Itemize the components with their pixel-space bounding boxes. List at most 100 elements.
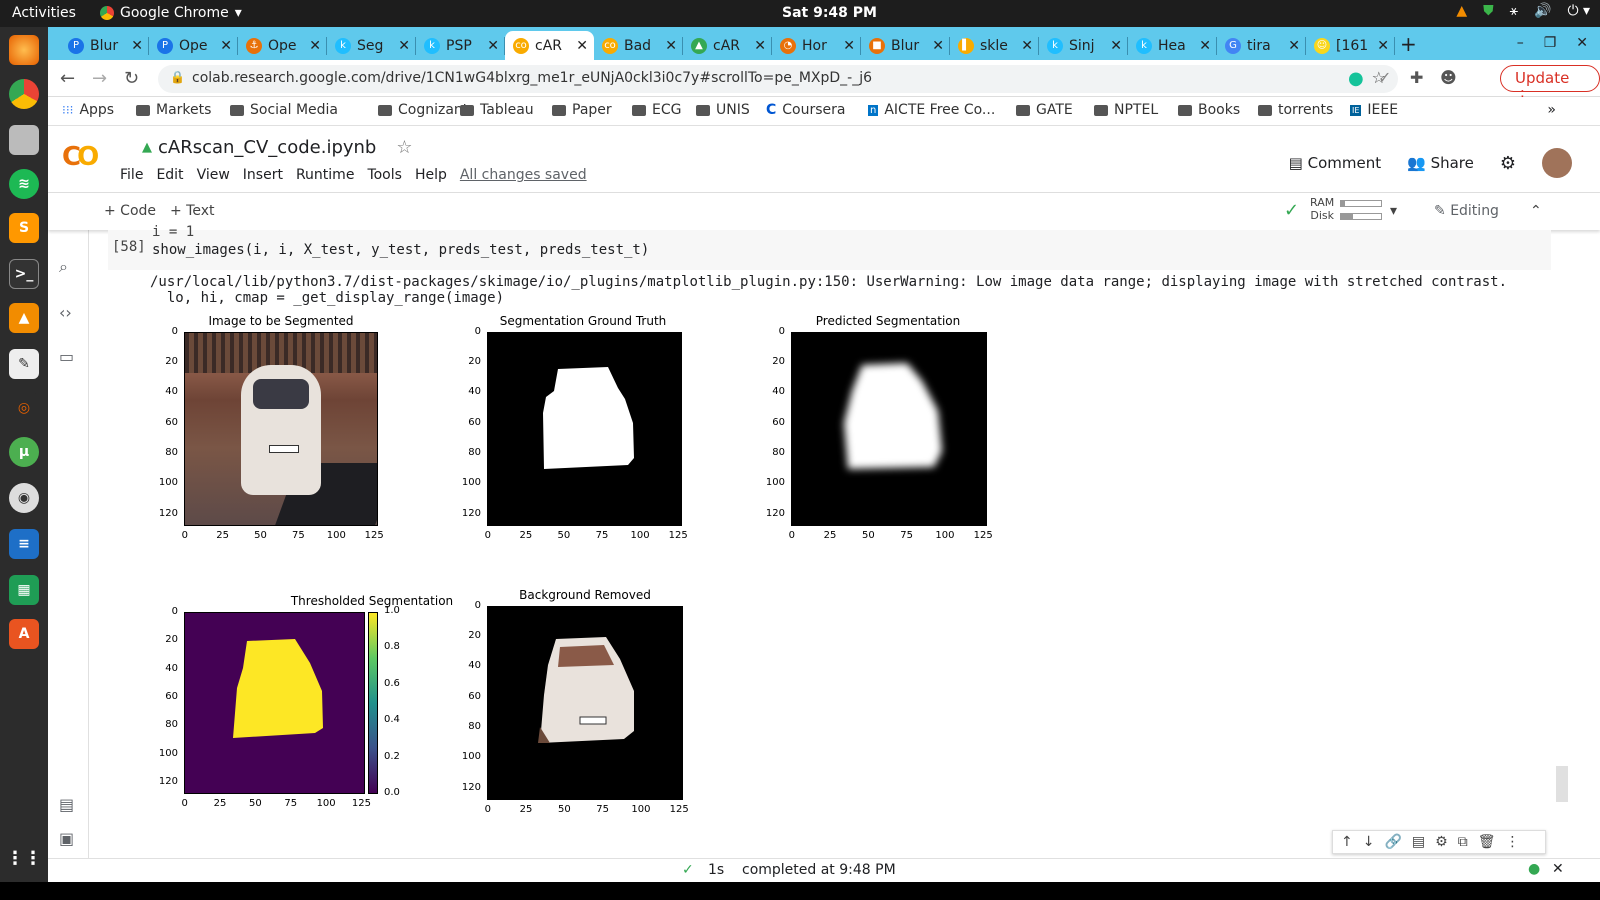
- bookmark-item[interactable]: UNIS: [696, 102, 750, 118]
- grammarly-icon[interactable]: ●: [1348, 68, 1364, 89]
- network-icon[interactable]: ⚹: [1510, 3, 1518, 19]
- close-tab-icon[interactable]: ✕: [1288, 38, 1300, 54]
- close-tab-icon[interactable]: ✕: [1110, 38, 1122, 54]
- browser-tab[interactable]: k Sinj ✕: [1039, 31, 1128, 60]
- browser-tab[interactable]: k PSP ✕: [416, 31, 505, 60]
- show-apps-icon[interactable]: ⋮⋮: [6, 843, 42, 873]
- vlc-tray-icon[interactable]: ▲: [1456, 3, 1467, 19]
- link-icon[interactable]: 🔗: [1384, 834, 1401, 850]
- forward-icon[interactable]: →: [92, 68, 107, 89]
- menu-runtime[interactable]: Runtime: [296, 167, 354, 183]
- share-button[interactable]: 👥 Share: [1407, 154, 1474, 172]
- restore-icon[interactable]: ❐: [1544, 35, 1557, 51]
- new-tab-button[interactable]: +: [1400, 32, 1417, 56]
- terminal-icon[interactable]: >_: [9, 259, 39, 289]
- close-tab-icon[interactable]: ✕: [309, 38, 321, 54]
- bookmark-item[interactable]: Markets: [136, 102, 211, 118]
- firefox-icon[interactable]: [9, 35, 39, 65]
- terminal-sidebar-icon[interactable]: ▣: [59, 829, 74, 848]
- bookmark-item[interactable]: C Coursera: [766, 102, 846, 118]
- writer-icon[interactable]: ≡: [9, 529, 39, 559]
- close-tab-icon[interactable]: ✕: [1199, 38, 1211, 54]
- move-up-icon[interactable]: ↑: [1341, 834, 1353, 850]
- command-palette-icon[interactable]: ▤: [59, 795, 74, 814]
- move-down-icon[interactable]: ↓: [1363, 834, 1375, 850]
- text-editor-icon[interactable]: ✎: [9, 349, 39, 379]
- update-button[interactable]: Update ⋮: [1500, 65, 1600, 105]
- star-icon[interactable]: ☆: [396, 137, 412, 158]
- comment-button[interactable]: ▤ Comment: [1289, 154, 1381, 172]
- browser-tab[interactable]: ⚓ Ope ✕: [238, 31, 327, 60]
- close-tab-icon[interactable]: ✕: [220, 38, 232, 54]
- files-folder-icon[interactable]: ▭: [59, 347, 74, 366]
- sublime-icon[interactable]: S: [9, 213, 39, 243]
- user-avatar[interactable]: [1542, 148, 1572, 178]
- menu-edit[interactable]: Edit: [156, 167, 183, 183]
- bookmark-item[interactable]: n AICTE Free Co...: [868, 102, 995, 118]
- browser-tab[interactable]: ▲ cAR ✕: [683, 31, 772, 60]
- bookmark-item[interactable]: NPTEL: [1094, 102, 1158, 118]
- close-tab-icon[interactable]: ✕: [576, 38, 588, 54]
- comment-cell-icon[interactable]: ▤: [1412, 834, 1425, 850]
- browser-tab[interactable]: ☺ [161 ✕: [1306, 31, 1395, 60]
- close-tab-icon[interactable]: ✕: [665, 38, 677, 54]
- execution-count[interactable]: [58]: [112, 239, 146, 255]
- close-tab-icon[interactable]: ✕: [932, 38, 944, 54]
- menu-tools[interactable]: Tools: [367, 167, 402, 183]
- cell-settings-icon[interactable]: ⚙: [1435, 834, 1448, 850]
- search-icon[interactable]: ⌕: [59, 257, 68, 277]
- browser-tab[interactable]: P Ope ✕: [149, 31, 238, 60]
- reload-icon[interactable]: ↻: [124, 68, 139, 89]
- browser-tab[interactable]: Gtira ✕: [1217, 31, 1306, 60]
- close-tab-icon[interactable]: ✕: [1021, 38, 1033, 54]
- bookmark-item[interactable]: Social Media: [230, 102, 338, 118]
- podcast-icon[interactable]: ◎: [9, 393, 39, 423]
- files-icon[interactable]: [9, 125, 39, 155]
- close-window-icon[interactable]: ✕: [1576, 35, 1588, 51]
- scrollbar-thumb[interactable]: [1556, 766, 1568, 802]
- browser-tab[interactable]: k Seg ✕: [327, 31, 416, 60]
- browser-tab[interactable]: co Bad ✕: [594, 31, 683, 60]
- add-code-button[interactable]: + Code: [104, 203, 156, 219]
- code-cell[interactable]: i = 1 show_images(i, i, X_test, y_test, …: [108, 224, 1551, 270]
- profile-avatar-icon[interactable]: ☻: [1440, 68, 1457, 87]
- more-bookmarks-icon[interactable]: »: [1547, 102, 1556, 118]
- system-clock[interactable]: Sat 9:48 PM: [782, 5, 877, 21]
- activities-button[interactable]: Activities: [12, 5, 76, 21]
- bookmark-item[interactable]: Tableau: [460, 102, 534, 118]
- browser-tab[interactable]: ▌ skle ✕: [950, 31, 1039, 60]
- resource-monitor[interactable]: RAM Disk: [1310, 196, 1382, 222]
- close-tab-icon[interactable]: ✕: [843, 38, 855, 54]
- more-options-icon[interactable]: ⋮: [1505, 834, 1519, 850]
- spotify-icon[interactable]: ≋: [9, 169, 39, 199]
- calc-icon[interactable]: ▦: [9, 575, 39, 605]
- close-tab-icon[interactable]: ✕: [131, 38, 143, 54]
- utorrent-icon[interactable]: µ: [9, 437, 39, 467]
- checkmark-extension-icon[interactable]: ✓: [1378, 68, 1391, 87]
- volume-icon[interactable]: 🔊: [1534, 3, 1551, 19]
- menu-insert[interactable]: Insert: [243, 167, 283, 183]
- chrome-dock-icon[interactable]: [9, 79, 39, 109]
- back-icon[interactable]: ←: [60, 68, 75, 89]
- bookmark-item[interactable]: Books: [1178, 102, 1240, 118]
- browser-tab[interactable]: ■ Blur ✕: [861, 31, 950, 60]
- vlc-icon[interactable]: ▲: [9, 303, 39, 333]
- extensions-icon[interactable]: ✚: [1410, 68, 1423, 87]
- code-snippets-icon[interactable]: ‹›: [59, 303, 72, 322]
- disc-icon[interactable]: ◉: [9, 483, 39, 513]
- menu-view[interactable]: View: [197, 167, 230, 183]
- runtime-dropdown-icon[interactable]: ▾: [1390, 203, 1397, 219]
- menu-help[interactable]: Help: [415, 167, 447, 183]
- add-text-button[interactable]: + Text: [170, 203, 215, 219]
- bookmark-item[interactable]: ECG: [632, 102, 681, 118]
- colab-logo[interactable]: CO: [62, 142, 99, 172]
- notebook-title[interactable]: ▲ cARscan_CV_code.ipynb ☆: [142, 137, 413, 158]
- close-tab-icon[interactable]: ✕: [398, 38, 410, 54]
- close-tab-icon[interactable]: ✕: [487, 38, 499, 54]
- software-center-icon[interactable]: A: [9, 619, 39, 649]
- delete-icon[interactable]: 🗑: [1478, 834, 1496, 850]
- menu-file[interactable]: File: [120, 167, 143, 183]
- shield-icon[interactable]: ⛊: [1483, 3, 1494, 19]
- power-icon[interactable]: ⏻ ▾: [1567, 3, 1590, 19]
- close-tab-icon[interactable]: ✕: [754, 38, 766, 54]
